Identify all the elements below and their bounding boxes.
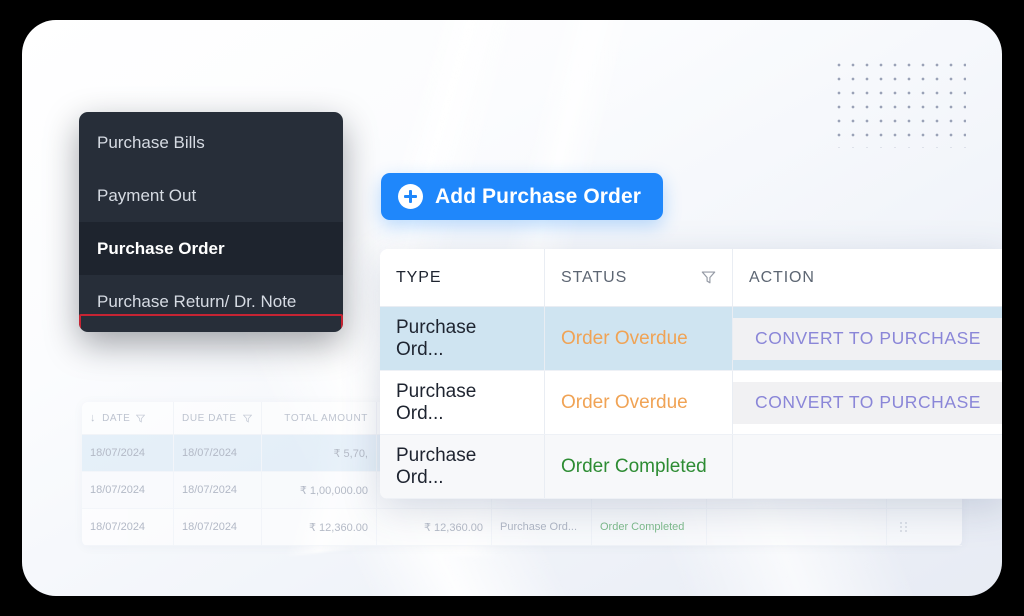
cell-action (733, 435, 1002, 498)
background-header-total-label: TOTAL AMOUNT (284, 412, 368, 424)
cell-status: Order Completed (592, 509, 707, 545)
menu-item-label: Purchase Bills (97, 132, 205, 152)
purchase-navigation-menu[interactable]: Purchase Bills Payment Out Purchase Orde… (79, 112, 343, 332)
cell-total-amount: ₹ 5,70, (262, 435, 377, 471)
header-status-label: STATUS (561, 268, 628, 286)
convert-to-purchase-button[interactable]: CONVERT TO PURCHASE (733, 381, 1002, 424)
cell-action[interactable] (707, 509, 887, 545)
menu-item-payment-out[interactable]: Payment Out (79, 169, 343, 222)
menu-item-purchase-bills[interactable]: Purchase Bills (79, 116, 343, 169)
cell-date: 18/07/2024 (82, 435, 174, 471)
cell-status: Order Completed (545, 435, 733, 498)
cell-status: Order Overdue (545, 371, 733, 434)
cell-action: CONVERT TO PURCHASE (733, 307, 1002, 370)
cell-date: 18/07/2024 (82, 472, 174, 508)
dot-grid-decoration (832, 58, 966, 148)
background-header-date[interactable]: ↓ DATE (82, 402, 174, 434)
filter-funnel-icon[interactable] (242, 414, 252, 423)
cell-action: CONVERT TO PURCHASE (733, 371, 1002, 434)
table-row[interactable]: Purchase Ord... Order Overdue CONVERT TO… (380, 371, 1002, 435)
header-status[interactable]: STATUS (545, 249, 733, 306)
app-card: ↓ DATE DUE DATE TOTAL AMOUNT 18/07/2024 … (22, 20, 1002, 596)
header-action[interactable]: ACTION (733, 249, 1002, 306)
cell-total-amount: ₹ 1,00,000.00 (262, 472, 377, 508)
cell-type: Purchase Ord... (380, 371, 545, 434)
background-header-date-label: DATE (102, 412, 131, 424)
filter-funnel-icon[interactable] (136, 414, 146, 423)
filter-funnel-icon[interactable] (701, 270, 716, 285)
add-purchase-order-label: Add Purchase Order (435, 184, 642, 208)
drag-dots-icon[interactable] (887, 509, 919, 545)
table-row[interactable]: Purchase Ord... Order Completed (380, 435, 1002, 499)
cell-status: Order Overdue (545, 307, 733, 370)
table-row[interactable]: Purchase Ord... Order Overdue CONVERT TO… (380, 307, 1002, 371)
cell-total-amount: ₹ 12,360.00 (262, 509, 377, 545)
add-purchase-order-button[interactable]: Add Purchase Order (381, 173, 664, 220)
header-type[interactable]: TYPE (380, 249, 545, 306)
cell-due-date: 18/07/2024 (174, 509, 262, 545)
menu-item-label: Purchase Return/ Dr. Note (97, 291, 297, 311)
purchase-order-table: TYPE STATUS ACTION Purchase Ord... Order… (380, 249, 1002, 499)
arrow-down-icon: ↓ (90, 412, 97, 424)
menu-item-label: Purchase Order (97, 238, 225, 258)
menu-item-purchase-order[interactable]: Purchase Order (79, 222, 343, 275)
cell-type: Purchase Ord... (380, 435, 545, 498)
header-action-label: ACTION (749, 268, 815, 286)
plus-circle-icon (398, 184, 423, 209)
header-type-label: TYPE (396, 268, 442, 286)
table-row[interactable]: 18/07/2024 18/07/2024 ₹ 12,360.00 ₹ 12,3… (82, 509, 962, 546)
menu-item-label: Payment Out (97, 185, 197, 205)
cell-balance: ₹ 12,360.00 (377, 509, 492, 545)
cell-type: Purchase Ord... (492, 509, 592, 545)
cell-date: 18/07/2024 (82, 509, 174, 545)
background-header-due-date[interactable]: DUE DATE (174, 402, 262, 434)
background-header-due-label: DUE DATE (182, 412, 237, 424)
background-header-total-amount[interactable]: TOTAL AMOUNT (262, 402, 377, 434)
menu-item-purchase-return[interactable]: Purchase Return/ Dr. Note (79, 275, 343, 328)
cell-type: Purchase Ord... (380, 307, 545, 370)
cell-due-date: 18/07/2024 (174, 435, 262, 471)
convert-to-purchase-button[interactable]: CONVERT TO PURCHASE (733, 317, 1002, 360)
cell-due-date: 18/07/2024 (174, 472, 262, 508)
screenshot-root: ↓ DATE DUE DATE TOTAL AMOUNT 18/07/2024 … (0, 0, 1024, 616)
table-header-row: TYPE STATUS ACTION (380, 249, 1002, 307)
